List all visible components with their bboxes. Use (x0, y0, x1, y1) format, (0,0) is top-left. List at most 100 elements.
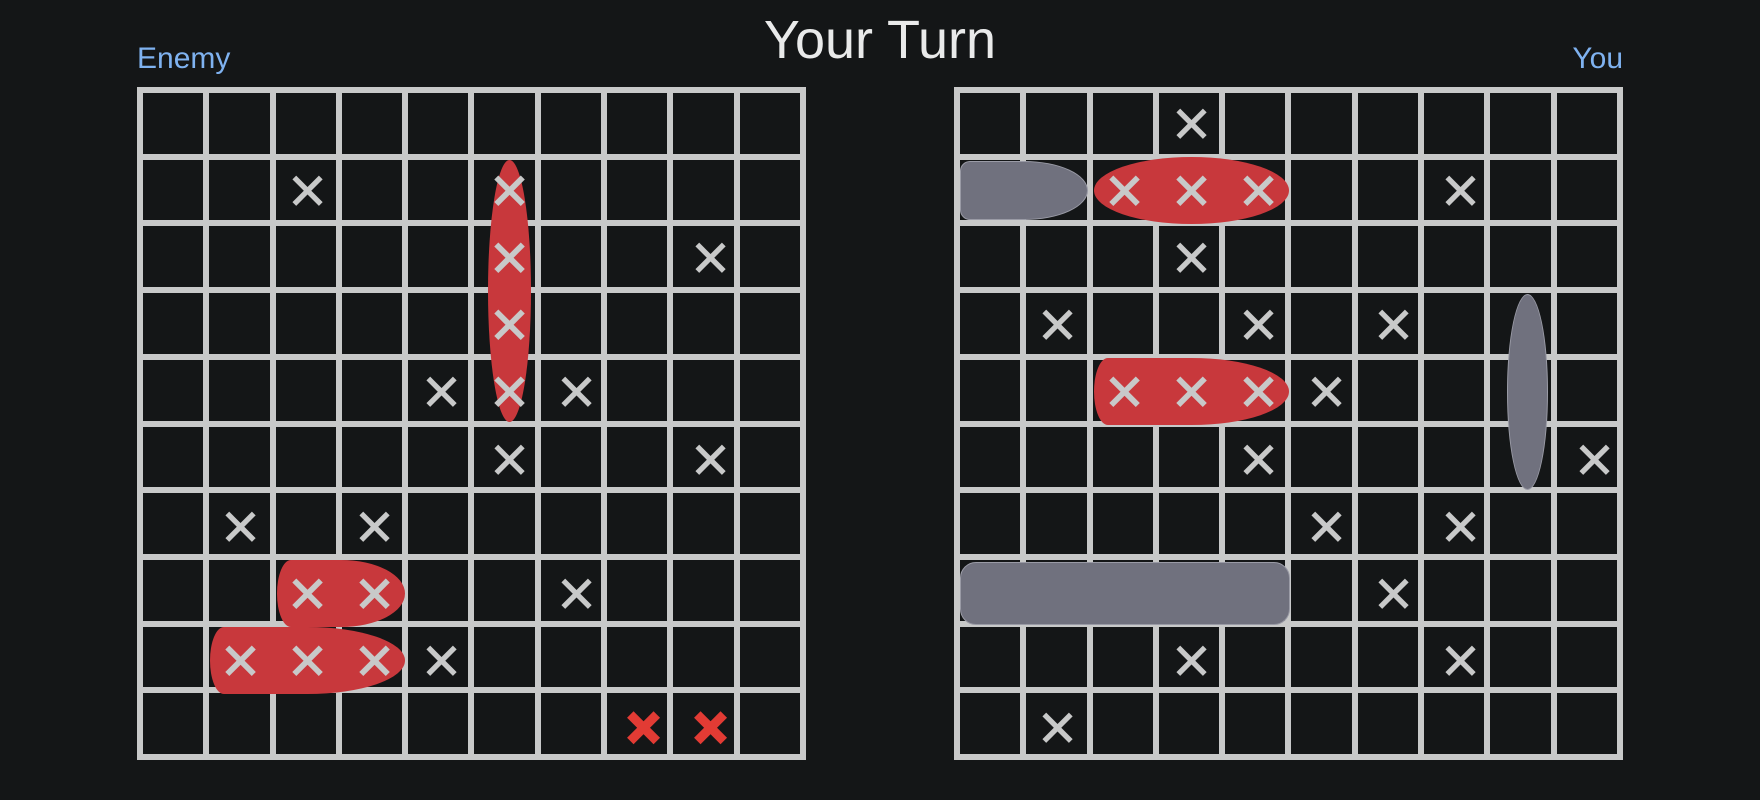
grid-cell[interactable] (143, 93, 204, 154)
grid-cell[interactable] (341, 493, 403, 554)
grid-cell[interactable] (673, 693, 734, 754)
grid-cell[interactable] (209, 693, 270, 754)
grid-cell[interactable] (408, 159, 469, 221)
grid-cell[interactable] (607, 493, 668, 554)
grid-cell[interactable] (341, 159, 403, 221)
grid-cell[interactable] (209, 93, 270, 154)
grid-cell[interactable] (408, 426, 469, 488)
grid-cell[interactable] (408, 293, 469, 354)
grid-cell[interactable] (673, 359, 734, 421)
grid-cell[interactable] (209, 226, 270, 288)
grid-cell[interactable] (341, 359, 403, 421)
grid-cell[interactable] (540, 493, 602, 554)
grid-cell[interactable] (143, 693, 204, 754)
grid-cell[interactable] (143, 559, 204, 621)
grid-cell[interactable] (143, 226, 204, 288)
grid-cell[interactable] (408, 359, 469, 421)
grid-cell[interactable] (143, 626, 204, 688)
grid-cell[interactable] (275, 359, 336, 421)
grid-cell[interactable] (275, 693, 336, 754)
grid-cell[interactable] (408, 226, 469, 288)
grid-cell[interactable] (341, 693, 403, 754)
grid-cell[interactable] (540, 693, 602, 754)
grid-cell[interactable] (607, 159, 668, 221)
grid-cell[interactable] (209, 559, 270, 621)
grid-cell[interactable] (540, 226, 602, 288)
grid-cell[interactable] (607, 293, 668, 354)
grid-cell[interactable] (209, 159, 270, 221)
grid-cell[interactable] (408, 626, 469, 688)
grid-cell[interactable] (673, 159, 734, 221)
grid-cell[interactable] (474, 159, 535, 221)
grid-cell[interactable] (209, 293, 270, 354)
grid-cell[interactable] (673, 426, 734, 488)
grid-cell[interactable] (474, 493, 535, 554)
grid-cell[interactable] (607, 226, 668, 288)
grid-cell[interactable] (607, 93, 668, 154)
grid-cell[interactable] (341, 93, 403, 154)
grid-cell[interactable] (607, 426, 668, 488)
grid-cell[interactable] (474, 359, 535, 421)
enemy-board-grid[interactable] (137, 87, 806, 760)
grid-cell[interactable] (474, 293, 535, 354)
grid-cell[interactable] (143, 426, 204, 488)
grid-cell[interactable] (408, 493, 469, 554)
grid-cell[interactable] (143, 359, 204, 421)
grid-cell[interactable] (143, 493, 204, 554)
grid-cell[interactable] (474, 559, 535, 621)
grid-cell[interactable] (673, 626, 734, 688)
grid-cell[interactable] (275, 159, 336, 221)
grid-cell[interactable] (474, 626, 535, 688)
grid-cell[interactable] (275, 626, 336, 688)
grid-cell[interactable] (739, 559, 800, 621)
grid-cell[interactable] (209, 626, 270, 688)
grid-cell[interactable] (673, 93, 734, 154)
grid-cell[interactable] (408, 93, 469, 154)
grid-cell[interactable] (540, 359, 602, 421)
grid-cell[interactable] (540, 626, 602, 688)
grid-cell[interactable] (209, 493, 270, 554)
grid-cell[interactable] (739, 426, 800, 488)
grid-cell[interactable] (739, 359, 800, 421)
grid-cell[interactable] (673, 293, 734, 354)
grid-cell[interactable] (540, 426, 602, 488)
grid-cell[interactable] (143, 159, 204, 221)
grid-cell[interactable] (540, 293, 602, 354)
grid-cell[interactable] (540, 559, 602, 621)
grid-cell[interactable] (739, 159, 800, 221)
grid-cell[interactable] (408, 693, 469, 754)
grid-cell[interactable] (673, 493, 734, 554)
grid-cell[interactable] (739, 293, 800, 354)
grid-cell[interactable] (739, 93, 800, 154)
grid-cell[interactable] (540, 159, 602, 221)
grid-cell[interactable] (474, 426, 535, 488)
grid-cell[interactable] (673, 226, 734, 288)
grid-cell[interactable] (341, 626, 403, 688)
grid-cell[interactable] (341, 426, 403, 488)
grid-cell[interactable] (275, 493, 336, 554)
grid-cell[interactable] (540, 93, 602, 154)
grid-cell[interactable] (474, 693, 535, 754)
grid-cell[interactable] (408, 559, 469, 621)
grid-cell[interactable] (275, 93, 336, 154)
grid-cell[interactable] (341, 559, 403, 621)
grid-cell[interactable] (275, 559, 336, 621)
grid-cell[interactable] (275, 226, 336, 288)
grid-cell[interactable] (341, 226, 403, 288)
grid-cell[interactable] (607, 626, 668, 688)
grid-cell[interactable] (209, 426, 270, 488)
grid-cell[interactable] (607, 559, 668, 621)
grid-cell[interactable] (341, 293, 403, 354)
grid-cell[interactable] (474, 93, 535, 154)
grid-cell[interactable] (275, 426, 336, 488)
grid-cell[interactable] (673, 559, 734, 621)
grid-cell[interactable] (739, 693, 800, 754)
grid-cell[interactable] (474, 226, 535, 288)
grid-cell[interactable] (275, 293, 336, 354)
grid-cell[interactable] (607, 359, 668, 421)
grid-cell[interactable] (607, 693, 668, 754)
grid-cell[interactable] (739, 626, 800, 688)
grid-cell[interactable] (739, 226, 800, 288)
grid-cell[interactable] (143, 293, 204, 354)
grid-cell[interactable] (739, 493, 800, 554)
